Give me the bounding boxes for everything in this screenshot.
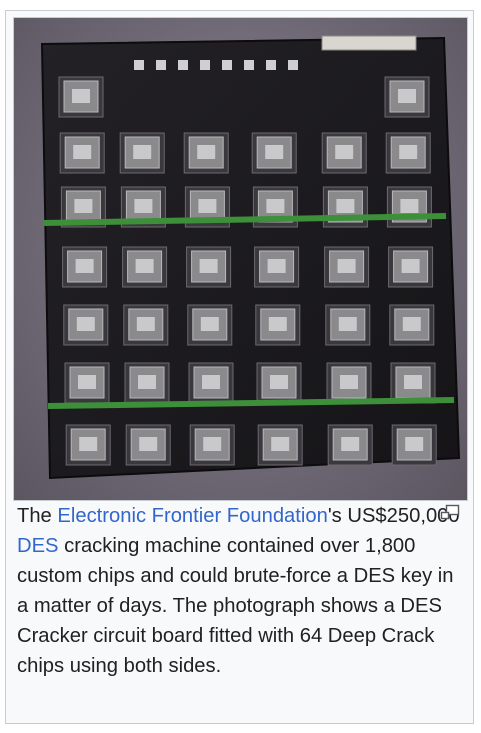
caption-text-1: The — [17, 505, 58, 527]
deep-crack-chip — [187, 304, 233, 346]
deep-crack-chip — [125, 424, 171, 466]
deep-crack-chip — [254, 246, 300, 288]
deep-crack-chip — [390, 362, 436, 404]
enlarge-icon[interactable] — [440, 504, 460, 521]
deep-crack-chip — [122, 246, 168, 288]
deep-crack-chip — [384, 76, 430, 118]
small-component — [222, 60, 232, 70]
deep-crack-chip — [391, 424, 437, 466]
deep-crack-chip — [386, 186, 432, 228]
deep-crack-chip — [324, 246, 370, 288]
deep-crack-chip — [65, 424, 111, 466]
deep-crack-chip — [62, 246, 108, 288]
small-component — [156, 60, 166, 70]
deep-crack-chip — [326, 362, 372, 404]
deep-crack-chip — [256, 362, 302, 404]
des-cracker-board-image[interactable] — [13, 17, 468, 501]
small-component — [288, 60, 298, 70]
deep-crack-chip — [123, 304, 169, 346]
deep-crack-chip — [186, 246, 232, 288]
deep-crack-chip — [251, 132, 297, 174]
small-component — [200, 60, 210, 70]
small-component — [178, 60, 188, 70]
deep-crack-chip — [388, 246, 434, 288]
deep-crack-chip — [389, 304, 435, 346]
figure-thumbnail: The Electronic Frontier Foundation's US$… — [5, 10, 474, 724]
figure-caption: The Electronic Frontier Foundation's US$… — [17, 501, 463, 681]
deep-crack-chip — [119, 132, 165, 174]
deep-crack-chip — [64, 362, 110, 404]
deep-crack-chip — [325, 304, 371, 346]
edge-connector — [321, 35, 417, 51]
link-electronic-frontier-foundation[interactable]: Electronic Frontier Foundation — [57, 505, 327, 527]
deep-crack-chip — [183, 132, 229, 174]
deep-crack-chip — [255, 304, 301, 346]
deep-crack-chip — [327, 424, 373, 466]
deep-crack-chip — [321, 132, 367, 174]
deep-crack-chip — [63, 304, 109, 346]
caption-text-3: cracking machine contained over 1,800 cu… — [17, 535, 454, 677]
small-component — [134, 60, 144, 70]
small-component — [266, 60, 276, 70]
deep-crack-chip — [257, 424, 303, 466]
deep-crack-chip — [59, 132, 105, 174]
circuit-board-photo — [40, 35, 461, 480]
deep-crack-chip — [58, 76, 104, 118]
small-component — [244, 60, 254, 70]
deep-crack-chip — [189, 424, 235, 466]
deep-crack-chip — [188, 362, 234, 404]
deep-crack-chip — [124, 362, 170, 404]
link-des[interactable]: DES — [17, 535, 59, 557]
deep-crack-chip — [385, 132, 431, 174]
